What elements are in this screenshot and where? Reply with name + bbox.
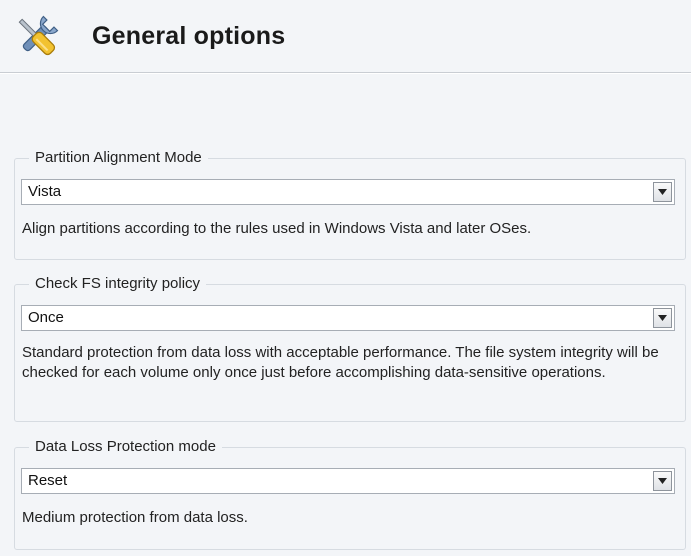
chevron-down-icon bbox=[658, 189, 667, 195]
partition-alignment-dropdown[interactable]: Vista bbox=[21, 179, 675, 205]
data-loss-protection-dropdown-button[interactable] bbox=[653, 471, 672, 491]
partition-alignment-group: Partition Alignment Mode Vista Align par… bbox=[14, 149, 686, 260]
page-header: General options bbox=[0, 0, 691, 74]
data-loss-protection-value: Reset bbox=[28, 472, 68, 489]
fs-integrity-value: Once bbox=[28, 309, 64, 326]
partition-alignment-legend: Partition Alignment Mode bbox=[29, 149, 208, 166]
fs-integrity-group: Check FS integrity policy Once Standard … bbox=[14, 275, 686, 422]
tools-icon bbox=[10, 10, 64, 64]
data-loss-protection-description: Medium protection from data loss. bbox=[22, 509, 248, 526]
data-loss-protection-group: Data Loss Protection mode Reset Medium p… bbox=[14, 438, 686, 550]
partition-alignment-dropdown-button[interactable] bbox=[653, 182, 672, 202]
fs-integrity-dropdown-button[interactable] bbox=[653, 308, 672, 328]
page-title: General options bbox=[92, 22, 286, 50]
partition-alignment-value: Vista bbox=[28, 183, 62, 200]
data-loss-protection-dropdown[interactable]: Reset bbox=[21, 468, 675, 494]
chevron-down-icon bbox=[658, 315, 667, 321]
fs-integrity-description: Standard protection from data loss with … bbox=[22, 344, 659, 381]
data-loss-protection-legend: Data Loss Protection mode bbox=[29, 438, 222, 455]
chevron-down-icon bbox=[658, 478, 667, 484]
fs-integrity-legend: Check FS integrity policy bbox=[29, 275, 207, 292]
partition-alignment-description: Align partitions according to the rules … bbox=[22, 220, 532, 237]
fs-integrity-dropdown[interactable]: Once bbox=[21, 305, 675, 331]
header-divider bbox=[0, 72, 691, 74]
